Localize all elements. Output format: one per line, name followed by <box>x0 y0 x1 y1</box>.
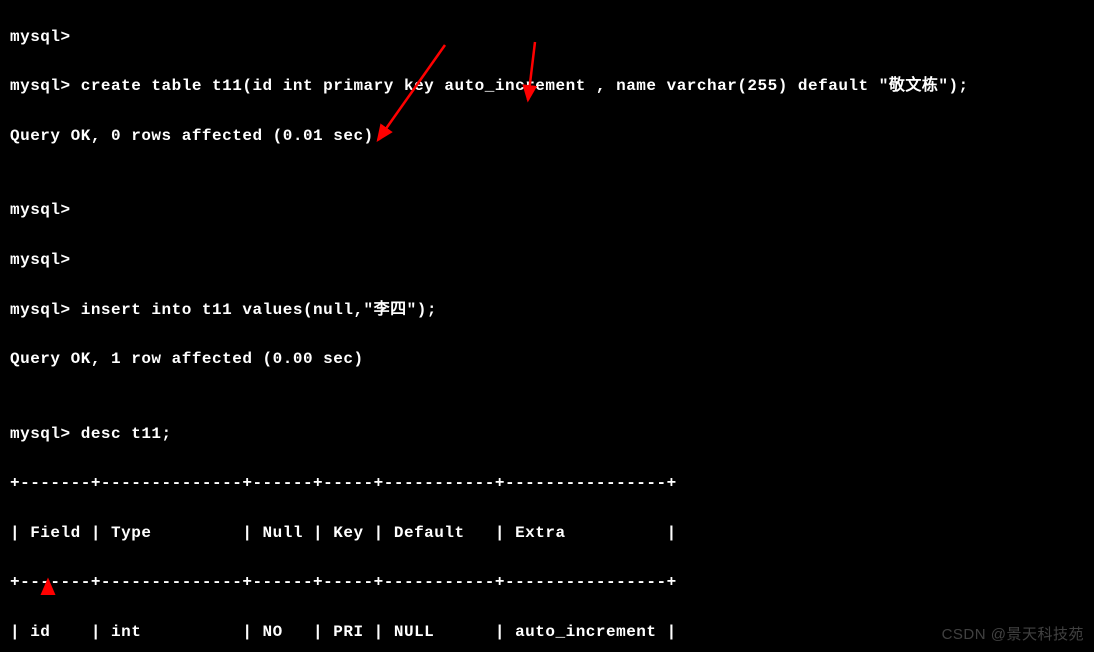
query-ok-message: Query OK, 0 rows affected (0.01 sec) <box>10 124 1084 149</box>
create-table-command: mysql> create table t11(id int primary k… <box>10 74 1084 99</box>
insert-command: mysql> insert into t11 values(null,"李四")… <box>10 298 1084 323</box>
desc-command: mysql> desc t11; <box>10 422 1084 447</box>
watermark: CSDN @景天科技苑 <box>942 623 1084 646</box>
prompt-line: mysql> <box>10 198 1084 223</box>
table-border: +-------+--------------+------+-----+---… <box>10 570 1084 595</box>
query-ok-message: Query OK, 1 row affected (0.00 sec) <box>10 347 1084 372</box>
table-border: +-------+--------------+------+-----+---… <box>10 471 1084 496</box>
terminal-output[interactable]: mysql> mysql> create table t11(id int pr… <box>0 0 1094 652</box>
table-row: | id | int | NO | PRI | NULL | auto_incr… <box>10 620 1084 645</box>
prompt-line: mysql> <box>10 25 1084 50</box>
prompt-line: mysql> <box>10 248 1084 273</box>
table-header-row: | Field | Type | Null | Key | Default | … <box>10 521 1084 546</box>
